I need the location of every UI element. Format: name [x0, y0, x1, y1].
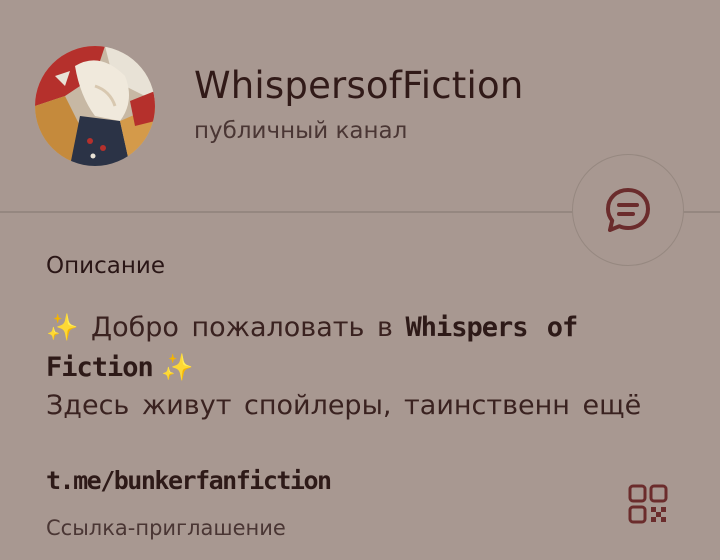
chat-bubble-icon	[606, 188, 650, 232]
description-title: Описание	[46, 253, 165, 279]
description-channel-name-cont: Fiction	[46, 352, 154, 383]
avatar-image	[35, 46, 155, 166]
sparkle-icon: ✨	[161, 353, 194, 383]
channel-type-label: публичный канал	[194, 118, 408, 144]
description-text: Здесь живут спойлеры, таинственн	[46, 390, 570, 421]
qr-code-icon	[628, 484, 668, 524]
invite-link[interactable]: t.me/bunkerfanfiction	[46, 466, 332, 495]
description-line-3[interactable]: Здесь живут спойлеры, таинственн ещё	[46, 390, 676, 421]
channel-avatar[interactable]	[35, 46, 155, 166]
qr-code-button[interactable]	[628, 484, 668, 524]
invite-link-caption: Ссылка-приглашение	[46, 516, 286, 540]
description-line-2: Fiction ✨	[46, 352, 194, 383]
sparkle-icon: ✨	[46, 313, 79, 343]
description-channel-name: Whispers of	[405, 312, 578, 343]
channel-name: WhispersofFiction	[194, 64, 524, 107]
channel-info-screen: WhispersofFiction публичный канал Описан…	[0, 0, 720, 560]
discussion-button[interactable]	[572, 154, 684, 266]
description-text-after: ещё	[582, 390, 642, 421]
description-greeting: Добро пожаловать в	[90, 312, 393, 343]
description-line-1: ✨ Добро пожаловать в Whispers of	[46, 312, 578, 343]
